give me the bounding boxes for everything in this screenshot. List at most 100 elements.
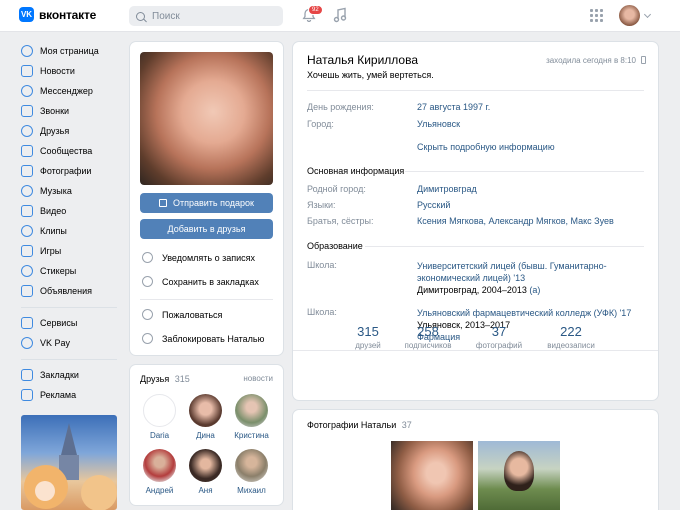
search-icon — [136, 11, 145, 21]
sidebar-item-vkpay[interactable]: VK Pay — [21, 333, 121, 353]
clips-icon — [21, 225, 33, 237]
friend-avatar — [143, 394, 176, 427]
report-action[interactable]: Пожаловаться — [142, 309, 222, 320]
toggle-details-link[interactable]: Скрыть подробную информацию — [417, 142, 555, 152]
main-info-heading: Основная информация — [307, 166, 405, 176]
info-row-city: Город: Ульяновск — [307, 119, 461, 129]
block-action[interactable]: Заблокировать Наталью — [142, 333, 264, 344]
friend-item[interactable]: Михаил — [229, 449, 274, 495]
friends-icon — [21, 125, 33, 137]
divider — [365, 246, 644, 247]
phone-icon — [21, 105, 33, 117]
divider — [405, 171, 644, 172]
friend-avatar — [189, 449, 222, 482]
sidebar-divider — [21, 307, 117, 308]
sidebar-item-video[interactable]: Видео — [21, 201, 121, 221]
photo-thumbnail[interactable] — [391, 441, 473, 510]
sidebar-item-news[interactable]: Новости — [21, 61, 121, 81]
friend-avatar — [143, 449, 176, 482]
sidebar-item-services[interactable]: Сервисы — [21, 313, 121, 333]
report-icon — [142, 309, 153, 320]
sidebar-item-ads[interactable]: Объявления — [21, 281, 121, 301]
friends-news-link[interactable]: новости — [243, 374, 273, 383]
friend-avatar — [235, 394, 268, 427]
search-placeholder: Поиск — [152, 10, 180, 22]
photos-header[interactable]: Фотографии Натальи 37 — [307, 420, 412, 430]
notify-posts-action[interactable]: Уведомлять о записях — [142, 252, 255, 263]
gift-icon — [158, 199, 167, 207]
friend-avatar — [235, 449, 268, 482]
divider — [140, 299, 273, 300]
vkpay-icon — [21, 337, 33, 349]
music-note-icon — [21, 185, 33, 197]
sidebar-item-stickers[interactable]: Стикеры — [21, 261, 121, 281]
user-icon — [21, 45, 33, 57]
sidebar-item-music[interactable]: Музыка — [21, 181, 121, 201]
profile-left-card: Отправить подарок Добавить в друзья Увед… — [130, 42, 283, 355]
photos-card: Фотографии Натальи 37 — [293, 410, 658, 510]
sidebar: Моя страница Новости Мессенджер Звонки Д… — [21, 41, 121, 405]
friend-item[interactable]: Daria — [137, 394, 182, 440]
info-row-siblings: Братья, сёстры: Ксения Мягкова, Александр… — [307, 216, 614, 226]
chevron-down-icon[interactable] — [643, 10, 652, 19]
block-icon — [142, 333, 153, 344]
info-row-school1: Школа: Университетский лицей (бывш. Гума… — [307, 260, 607, 295]
save-bookmark-action[interactable]: Сохранить в закладках — [142, 276, 259, 287]
message-icon — [21, 85, 33, 97]
top-bar: VK вконтакте Поиск 92 — [0, 0, 680, 32]
video-icon — [21, 205, 33, 217]
education-heading: Образование — [307, 241, 363, 251]
add-friend-button[interactable]: Добавить в друзья — [140, 219, 273, 239]
friends-header[interactable]: Друзья 315 — [140, 374, 190, 384]
star-icon — [21, 369, 33, 381]
sidebar-ad-banner[interactable] — [21, 415, 117, 510]
friend-item[interactable]: Андрей — [137, 449, 182, 495]
search-input[interactable]: Поиск — [129, 6, 283, 26]
news-icon — [21, 65, 33, 77]
mobile-icon — [641, 56, 646, 64]
photo-icon — [21, 165, 33, 177]
sidebar-item-bookmarks[interactable]: Закладки — [21, 365, 121, 385]
info-row-hometown: Родной город: Димитровград — [307, 184, 477, 194]
sidebar-item-photos[interactable]: Фотографии — [21, 161, 121, 181]
sidebar-item-advertising[interactable]: Реклама — [21, 385, 121, 405]
communities-icon — [21, 145, 33, 157]
sidebar-item-my-page[interactable]: Моя страница — [21, 41, 121, 61]
apps-grid-icon[interactable] — [590, 9, 603, 22]
logo-text: вконтакте — [39, 7, 97, 22]
smile-icon — [21, 265, 33, 277]
info-row-languages: Языки: Русский — [307, 200, 451, 210]
stat-videos[interactable]: 222 видеозаписи — [526, 324, 616, 350]
sidebar-item-clips[interactable]: Клипы — [21, 221, 121, 241]
music-icon[interactable] — [333, 7, 347, 23]
anime-illustration — [24, 423, 117, 510]
sidebar-divider — [21, 359, 117, 360]
profile-name: Наталья Кириллова — [307, 53, 418, 67]
star-outline-icon — [142, 276, 153, 287]
bell-outline-icon — [142, 252, 153, 263]
sidebar-item-games[interactable]: Игры — [21, 241, 121, 261]
photo-subject — [504, 451, 534, 491]
sidebar-item-friends[interactable]: Друзья — [21, 121, 121, 141]
send-gift-button[interactable]: Отправить подарок — [140, 193, 273, 213]
friend-item[interactable]: Аня — [183, 449, 228, 495]
sidebar-item-calls[interactable]: Звонки — [21, 101, 121, 121]
vk-logo-icon: VK — [19, 7, 34, 22]
friends-card: Друзья 315 новости Daria Дина Кристина А… — [130, 365, 283, 505]
profile-status[interactable]: Хочешь жить, умей вертеться. — [307, 70, 434, 80]
profile-photo[interactable] — [140, 52, 273, 185]
divider — [293, 350, 658, 351]
info-row-birthday: День рождения: 27 августа 1997 г. — [307, 102, 491, 112]
gamepad-icon — [21, 245, 33, 257]
photo-thumbnail[interactable] — [478, 441, 560, 510]
notification-badge: 92 — [308, 5, 323, 15]
sidebar-item-messenger[interactable]: Мессенджер — [21, 81, 121, 101]
vk-logo[interactable]: VK вконтакте — [19, 7, 96, 22]
ads-icon — [21, 285, 33, 297]
friend-item[interactable]: Дина — [183, 394, 228, 440]
friend-item[interactable]: Кристина — [229, 394, 274, 440]
friend-avatar — [189, 394, 222, 427]
sidebar-item-communities[interactable]: Сообщества — [21, 141, 121, 161]
last-seen: заходила сегодня в 8:10 — [546, 56, 636, 65]
user-avatar[interactable] — [619, 5, 640, 26]
